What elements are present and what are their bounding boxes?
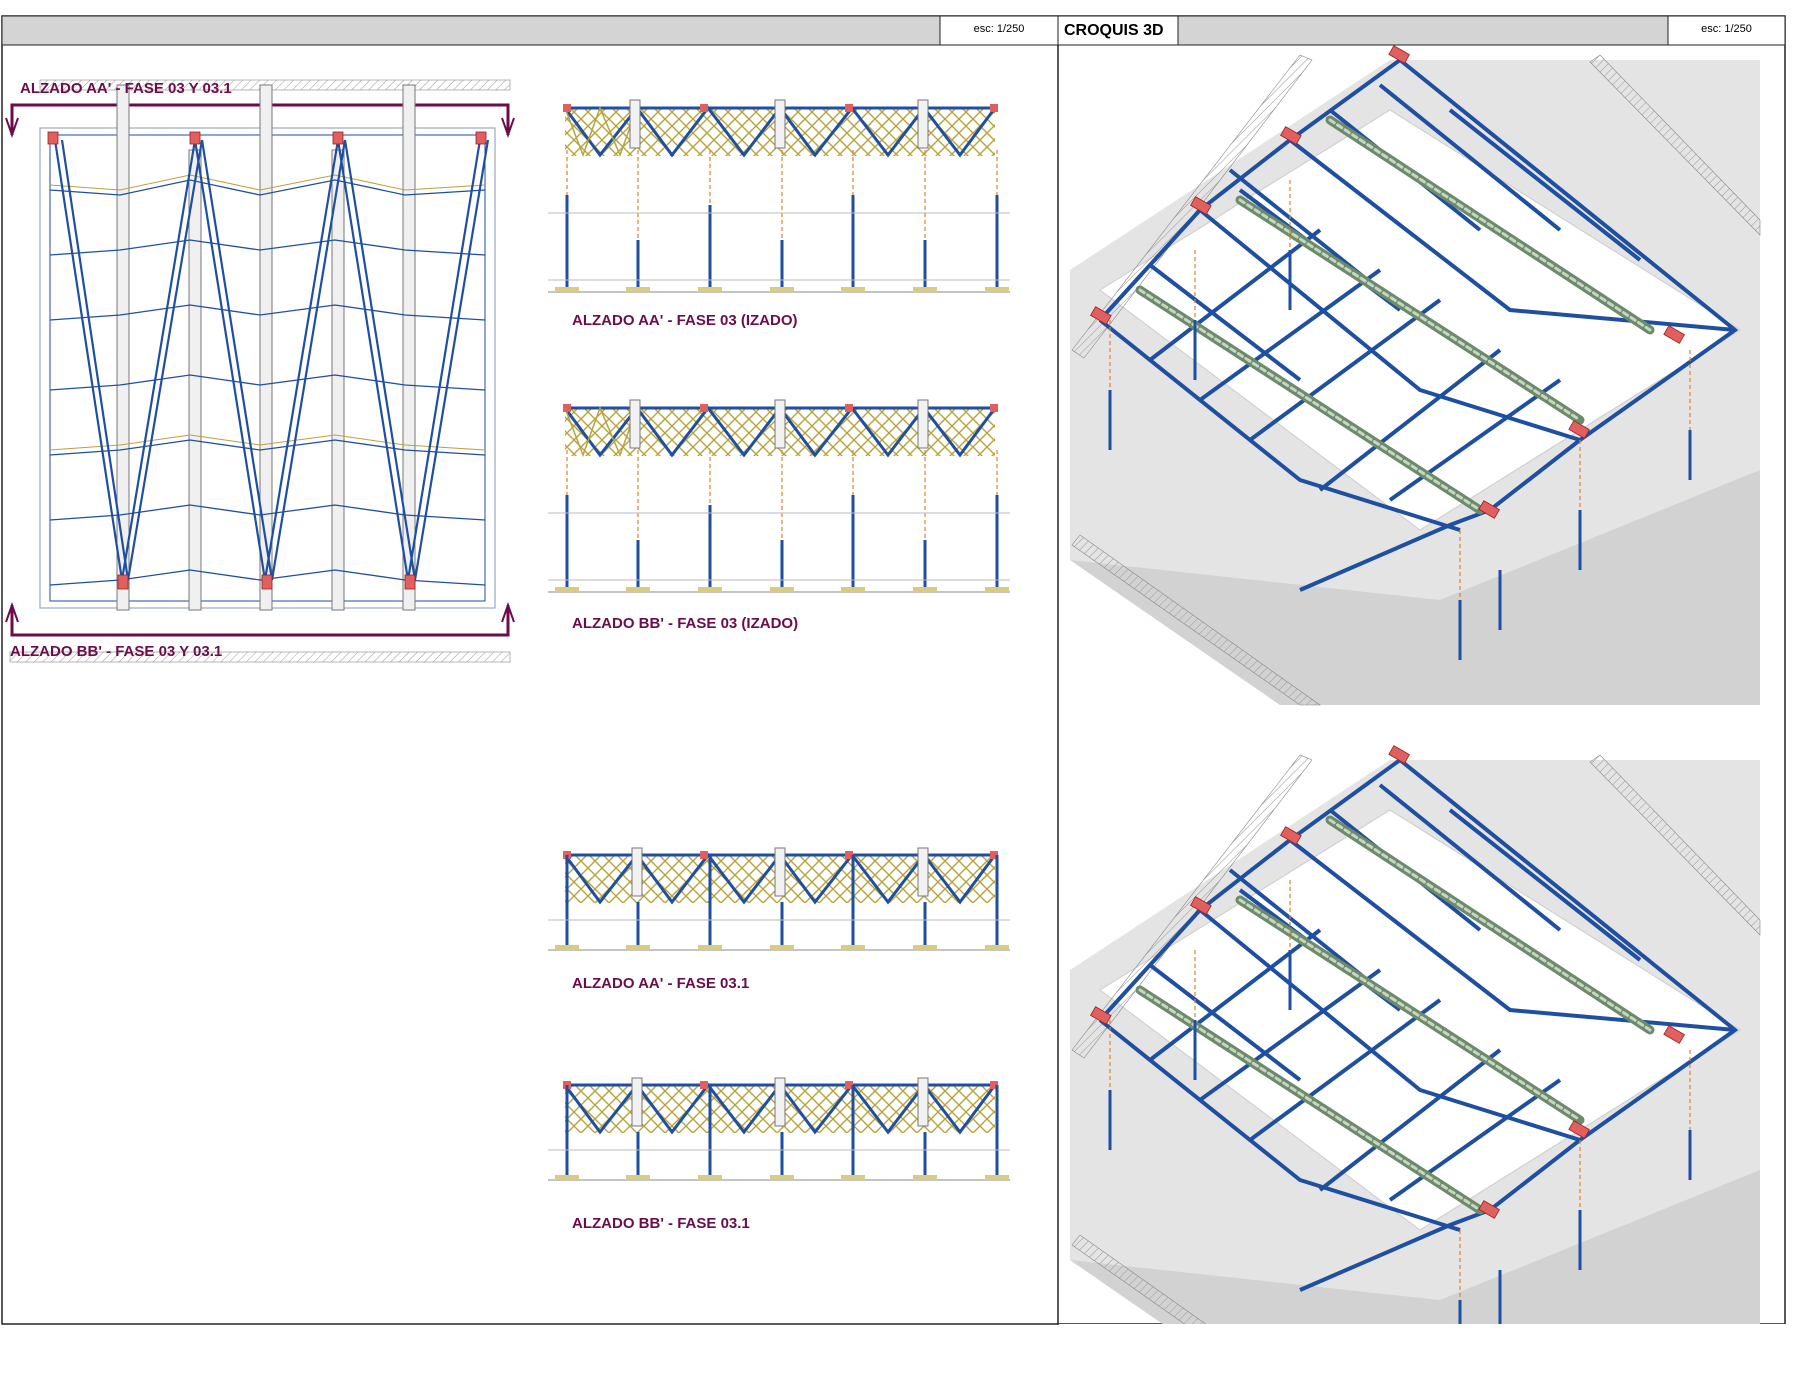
elevation-aa-izado-label: ALZADO AA' - FASE 03 (IZADO) (572, 312, 798, 329)
plan-top-section-label: ALZADO AA' - FASE 03 Y 03.1 (20, 80, 232, 97)
plan-view (5, 79, 515, 663)
elevation-bb-izado-drawing (546, 398, 1012, 594)
drawing-sheet (1, 15, 1799, 1386)
elevation-bb-final-drawing (546, 1076, 1012, 1182)
plan-bottom-section-label: ALZADO BB' - FASE 03 Y 03.1 (10, 643, 223, 660)
elevation-bb-final-label: ALZADO BB' - FASE 03.1 (572, 1215, 750, 1232)
iso-view-top (1070, 45, 1761, 706)
croquis-3d-title: CROQUIS 3D (1064, 22, 1164, 39)
right-scale-label: esc: 1/250 (1701, 23, 1752, 35)
left-scale-label: esc: 1/250 (973, 23, 1025, 35)
elevation-aa-final-label: ALZADO AA' - FASE 03.1 (572, 975, 750, 992)
iso-view-bottom (1070, 746, 1760, 1386)
elevation-bb-izado-label: ALZADO BB' - FASE 03 (IZADO) (572, 615, 799, 632)
